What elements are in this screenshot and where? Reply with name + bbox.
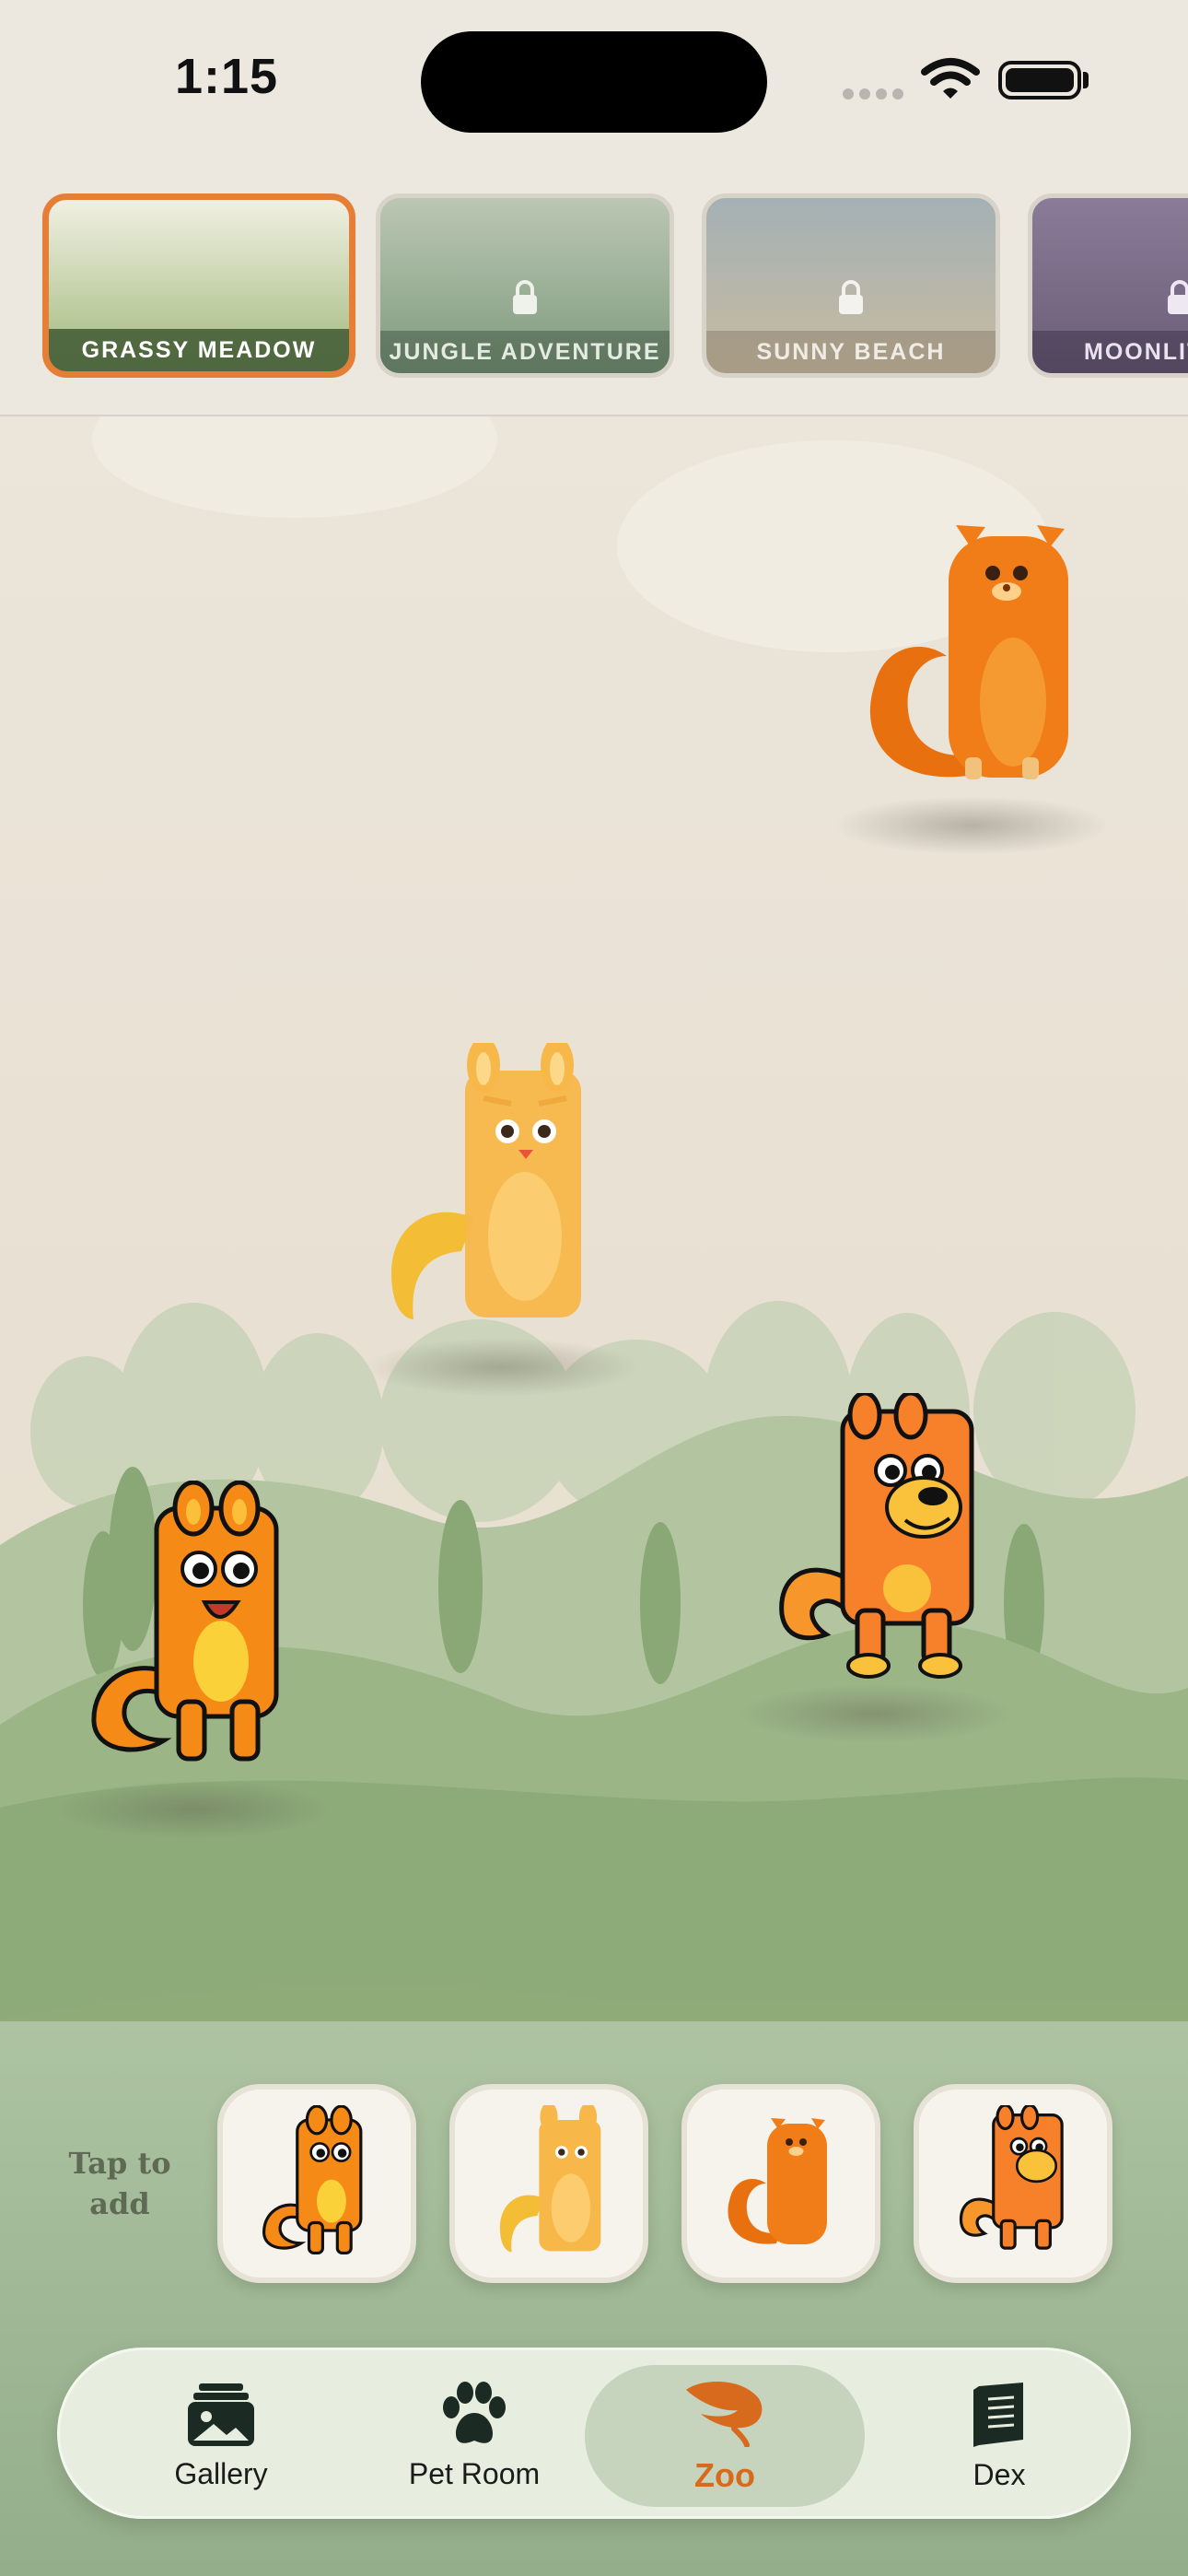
- habitat-card-grassy-meadow[interactable]: GRASSY MEADOW: [42, 193, 355, 378]
- habitat-label: SUNNY BEACH: [706, 331, 996, 373]
- tab-zoo[interactable]: Zoo: [585, 2350, 865, 2522]
- habitat-card-sunny-beach[interactable]: SUNNY BEACH: [702, 193, 1000, 378]
- pet-shadow: [737, 1684, 1013, 1743]
- cellular-signal-icon: [843, 88, 909, 104]
- lock-icon: [1168, 280, 1188, 314]
- tab-label: Dex: [973, 2457, 1026, 2491]
- tab-label: Gallery: [174, 2456, 268, 2490]
- thumb-watercolor-cat: [499, 2105, 601, 2253]
- tray-slot-cartoon-cat[interactable]: [217, 2084, 416, 2283]
- wifi-icon: [921, 58, 980, 99]
- lock-icon: [839, 280, 863, 314]
- tab-label: Zoo: [694, 2456, 755, 2494]
- tray-slot-cartoon-dog[interactable]: [914, 2084, 1112, 2283]
- lock-icon: [513, 280, 537, 314]
- dynamic-island: [421, 31, 767, 133]
- habitat-label: GRASSY MEADOW: [49, 329, 349, 371]
- pet-cartoon-cat[interactable]: [83, 1481, 304, 1775]
- book-icon: [973, 2382, 1023, 2447]
- status-bar: 1:15: [0, 0, 1188, 166]
- habitat-selector: GRASSY MEADOW JUNGLE ADVENTURE SUNNY BEA…: [0, 166, 1188, 416]
- gallery-icon: [188, 2383, 254, 2446]
- battery-icon: [998, 61, 1081, 100]
- paw-icon: [443, 2381, 506, 2443]
- habitat-card-jungle-adventure[interactable]: JUNGLE ADVENTURE: [376, 193, 674, 378]
- tab-dex[interactable]: Dex: [907, 2350, 1091, 2522]
- zoo-scene: [0, 416, 1188, 2021]
- habitat-label: MOONLIT: [1032, 331, 1188, 373]
- tab-bar: Gallery Pet Room Zoo Dex: [57, 2348, 1131, 2519]
- pet-shadow: [364, 1338, 640, 1397]
- pet-watercolor-cat[interactable]: [373, 1043, 594, 1338]
- status-time: 1:15: [175, 49, 279, 104]
- tray-slot-watercolor-cat[interactable]: [449, 2084, 648, 2283]
- leaf-icon: [686, 2381, 763, 2447]
- tray-slot-fluffy-cat[interactable]: [681, 2084, 880, 2283]
- habitat-card-moonlit[interactable]: MOONLIT: [1028, 193, 1188, 378]
- thumb-fluffy-cat: [728, 2118, 827, 2244]
- tap-to-add-hint: Tap to add: [68, 2146, 171, 2221]
- thumb-cartoon-cat: [262, 2105, 363, 2255]
- pet-shadow: [55, 1780, 332, 1839]
- tab-pet-room[interactable]: Pet Room: [359, 2350, 589, 2522]
- thumb-cartoon-dog: [960, 2105, 1064, 2250]
- pet-cartoon-dog[interactable]: [769, 1393, 990, 1688]
- habitat-label: JUNGLE ADVENTURE: [380, 331, 670, 373]
- pet-shadow: [833, 796, 1110, 855]
- tab-gallery[interactable]: Gallery: [115, 2350, 327, 2522]
- pet-fluffy-cat[interactable]: [856, 509, 1096, 803]
- tab-label: Pet Room: [408, 2456, 541, 2490]
